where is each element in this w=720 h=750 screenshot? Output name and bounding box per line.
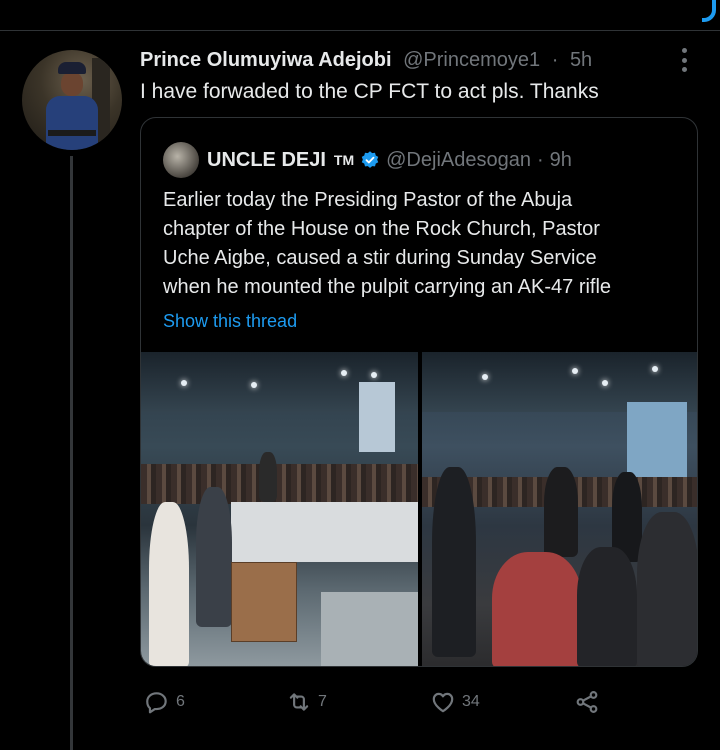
quoted-author-handle: @DejiAdesogan: [386, 148, 531, 171]
retweet-button[interactable]: 7: [286, 685, 327, 719]
reply-icon: [146, 692, 167, 714]
like-button[interactable]: 34: [430, 685, 480, 719]
author-handle[interactable]: @Princemoye1: [403, 49, 540, 71]
heart-icon: [432, 692, 454, 713]
quoted-tweet-header: UNCLE DEJI TM @DejiAdesogan · 9h: [163, 142, 578, 178]
scroll-indicator: [702, 0, 716, 22]
tweet-header: Prince Olumuyiwa Adejobi @Princemoye1 · …: [140, 49, 598, 72]
quoted-tweet-text: Earlier today the Presiding Pastor of th…: [163, 186, 683, 302]
reply-button[interactable]: 6: [144, 685, 185, 719]
author-name[interactable]: Prince Olumuyiwa Adejobi: [140, 49, 392, 71]
quoted-text-line: Earlier today the Presiding Pastor of th…: [163, 189, 573, 211]
tweet-text: I have forwaded to the CP FCT to act pls…: [140, 80, 599, 103]
retweet-icon: [289, 693, 309, 711]
quoted-author-avatar: [163, 142, 199, 178]
reply-count: 6: [176, 693, 185, 710]
quoted-text-line: when he mounted the pulpit carrying an A…: [163, 276, 612, 298]
church-stage-photo-wide[interactable]: [141, 352, 418, 666]
quoted-tweet-timestamp: 9h: [549, 148, 572, 171]
share-button[interactable]: [574, 685, 600, 719]
quoted-author-name-suffix: TM: [333, 152, 355, 168]
show-thread-link[interactable]: Show this thread: [163, 311, 297, 332]
header-separator: ·: [551, 49, 559, 71]
like-count: 34: [462, 693, 480, 710]
top-divider: [0, 30, 720, 31]
more-options-icon[interactable]: [682, 48, 688, 72]
quoted-text-line: Uche Aigbe, caused a stir during Sunday …: [163, 247, 597, 269]
quoted-text-line: chapter of the House on the Rock Church,…: [163, 218, 600, 240]
retweet-count: 7: [318, 693, 327, 710]
verified-badge-icon: [361, 151, 379, 168]
quoted-author-name: UNCLE DEJI: [207, 148, 326, 171]
media-grid: [141, 352, 697, 666]
tweet-actions-bar: 6 7 34: [140, 685, 660, 719]
quoted-header-separator: ·: [536, 148, 544, 171]
thread-connector-line: [70, 156, 73, 750]
quoted-tweet-card[interactable]: UNCLE DEJI TM @DejiAdesogan · 9h Earlier…: [140, 117, 698, 667]
tweet-timestamp[interactable]: 5h: [570, 49, 592, 71]
church-stage-photo-close[interactable]: [422, 352, 697, 666]
author-avatar[interactable]: [22, 50, 122, 150]
share-icon: [576, 691, 598, 713]
